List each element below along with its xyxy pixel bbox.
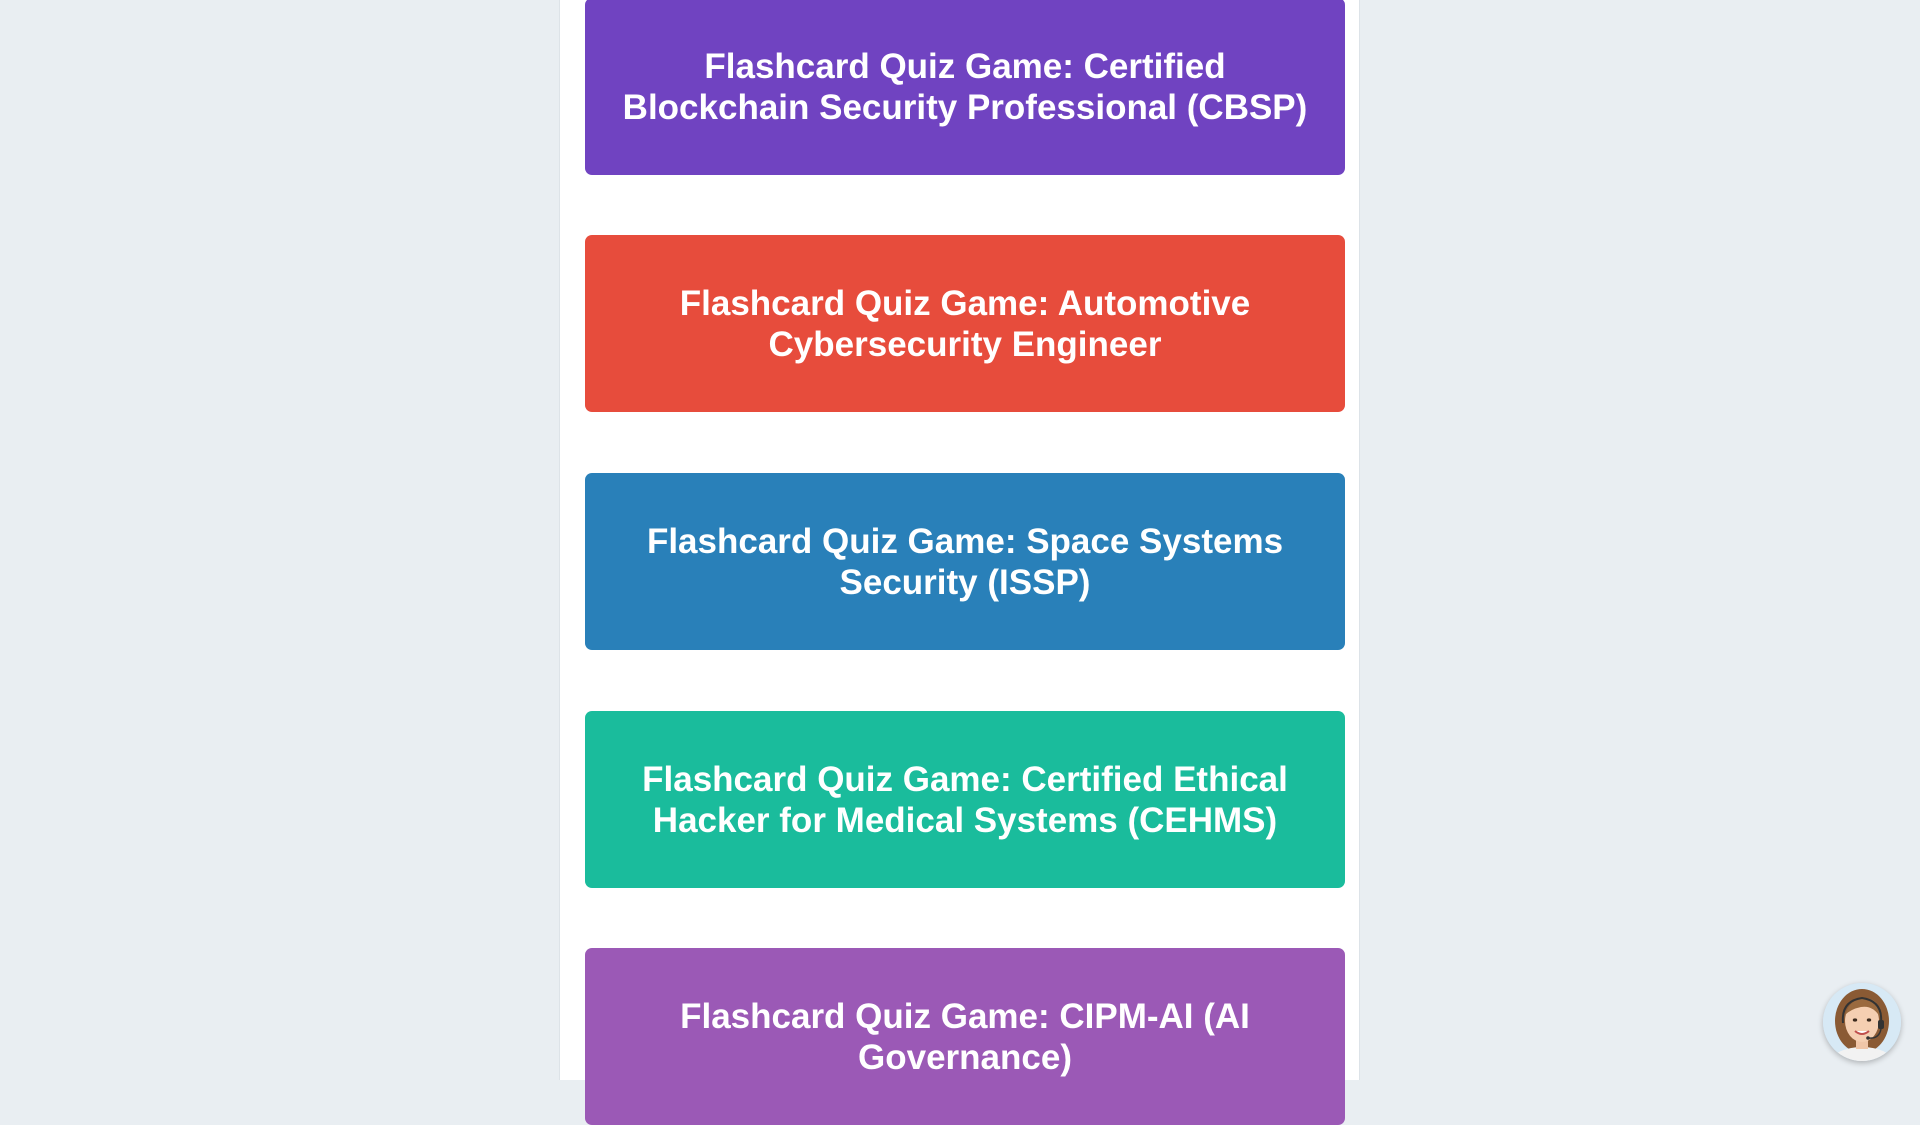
quiz-card-title: Flashcard Quiz Game: Certified Blockchai… [622, 46, 1308, 127]
quiz-card-cipm-ai[interactable]: Flashcard Quiz Game: CIPM-AI (AI Governa… [585, 948, 1345, 1125]
quiz-card-title: Flashcard Quiz Game: Automotive Cybersec… [679, 283, 1251, 364]
quiz-card-space-systems-security[interactable]: Flashcard Quiz Game: Space Systems Secur… [585, 473, 1345, 650]
quiz-card-title: Flashcard Quiz Game: Space Systems Secur… [646, 521, 1284, 602]
quiz-card-automotive-cybersecurity[interactable]: Flashcard Quiz Game: Automotive Cybersec… [585, 235, 1345, 412]
quiz-card-title: Flashcard Quiz Game: CIPM-AI (AI Governa… [680, 996, 1250, 1077]
support-agent-avatar-icon[interactable] [1823, 983, 1901, 1061]
quiz-card-cehms[interactable]: Flashcard Quiz Game: Certified Ethical H… [585, 711, 1345, 888]
support-agent-avatar-image [1823, 983, 1901, 1061]
quiz-card-cbsp[interactable]: Flashcard Quiz Game: Certified Blockchai… [585, 0, 1345, 175]
quiz-card-title: Flashcard Quiz Game: Certified Ethical H… [642, 759, 1288, 840]
